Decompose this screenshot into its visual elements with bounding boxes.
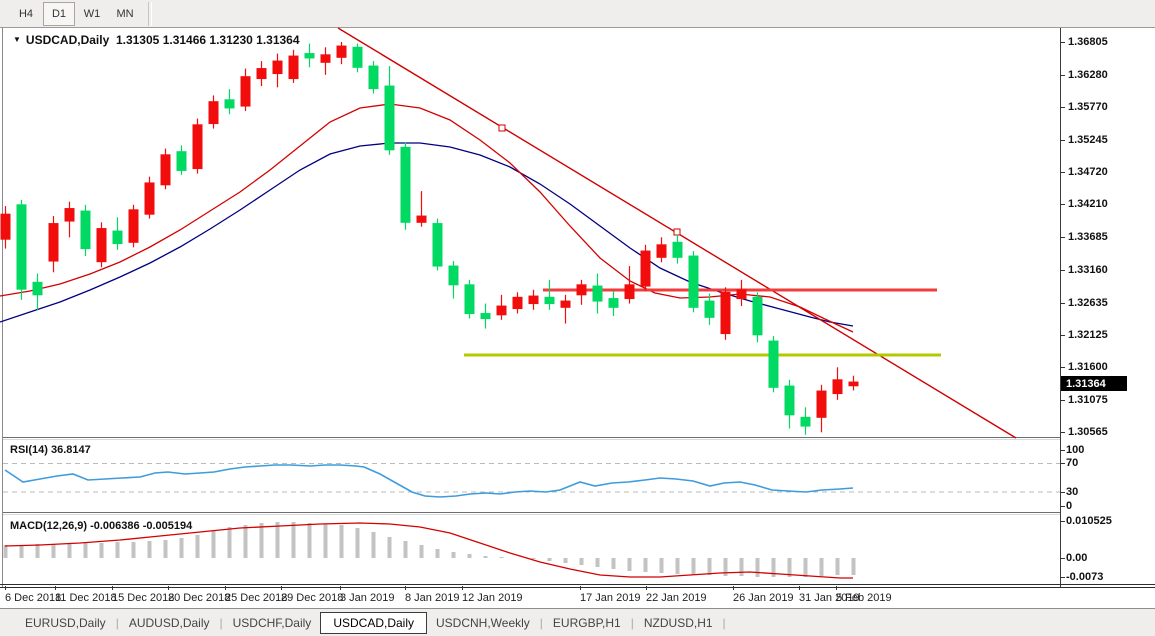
time-axis-tick xyxy=(646,586,647,590)
price-axis-tick xyxy=(1060,432,1065,433)
rsi-axis-label: 100 xyxy=(1066,444,1084,456)
price-axis-tick xyxy=(1060,42,1065,43)
time-axis-label: 11 Dec 2018 xyxy=(55,592,117,604)
price-axis-tick xyxy=(1060,400,1065,401)
price-axis-tick xyxy=(1060,335,1065,336)
price-axis-tick xyxy=(1060,367,1065,368)
price-axis-label: 1.32125 xyxy=(1068,329,1108,341)
time-axis-tick xyxy=(55,586,56,590)
macd-axis-label: -0.0073 xyxy=(1066,571,1103,583)
time-axis-tick xyxy=(281,586,282,590)
tab-usdcad-daily[interactable]: USDCAD,Daily xyxy=(320,612,427,634)
time-axis-tick xyxy=(112,586,113,590)
price-axis-label: 1.34720 xyxy=(1068,166,1108,178)
tab-usdcnh-weekly[interactable]: USDCNH,Weekly xyxy=(427,613,539,633)
time-axis-label: 5 Feb 2019 xyxy=(836,592,892,604)
tab-separator: | xyxy=(723,616,726,630)
macd-axis-label: 0.00 xyxy=(1066,552,1087,564)
time-axis-tick xyxy=(462,586,463,590)
tab-nzdusd-h1[interactable]: NZDUSD,H1 xyxy=(635,613,722,633)
time-axis-tick xyxy=(225,586,226,590)
time-axis-label: 6 Dec 2018 xyxy=(5,592,61,604)
time-axis-label: 22 Jan 2019 xyxy=(646,592,707,604)
time-axis-tick xyxy=(340,586,341,590)
price-axis-tick xyxy=(1060,107,1065,108)
main-chart-panel[interactable] xyxy=(3,28,1060,437)
time-axis-tick xyxy=(836,586,837,590)
price-axis-label: 1.35770 xyxy=(1068,101,1108,113)
rsi-axis-tick xyxy=(1060,506,1065,507)
price-axis-label: 1.33685 xyxy=(1068,231,1108,243)
tab-separator: | xyxy=(116,616,119,630)
rsi-axis-tick xyxy=(1060,492,1065,493)
time-axis-label: 8 Jan 2019 xyxy=(405,592,459,604)
time-axis-label: 3 Jan 2019 xyxy=(340,592,394,604)
time-axis-label: 20 Dec 2018 xyxy=(168,592,230,604)
rsi-axis-tick xyxy=(1060,450,1065,451)
time-axis-label: 26 Jan 2019 xyxy=(733,592,794,604)
price-axis-tick xyxy=(1060,172,1065,173)
time-axis-label: 25 Dec 2018 xyxy=(225,592,287,604)
price-axis-label: 1.35245 xyxy=(1068,134,1108,146)
time-axis-tick xyxy=(580,586,581,590)
tab-eurgbp-h1[interactable]: EURGBP,H1 xyxy=(544,613,630,633)
time-axis-label: 12 Jan 2019 xyxy=(462,592,523,604)
rsi-axis-tick xyxy=(1060,463,1065,464)
price-axis-tick xyxy=(1060,270,1065,271)
price-axis-label: 1.33160 xyxy=(1068,264,1108,276)
terminal-window: { "toolbar": { "buttons": [ {"label": "H… xyxy=(0,0,1155,636)
time-axis-label: 15 Dec 2018 xyxy=(112,592,174,604)
time-axis-tick xyxy=(405,586,406,590)
tab-eurusd-daily[interactable]: EURUSD,Daily xyxy=(16,613,115,633)
macd-axis-label: 0.010525 xyxy=(1066,515,1112,527)
time-axis-label: 17 Jan 2019 xyxy=(580,592,641,604)
time-axis-tick xyxy=(168,586,169,590)
price-axis-label: 1.34210 xyxy=(1068,198,1108,210)
price-axis-label: 1.31075 xyxy=(1068,394,1108,406)
time-axis-tick xyxy=(5,586,6,590)
price-axis-tick xyxy=(1060,204,1065,205)
macd-axis-tick xyxy=(1060,558,1065,559)
price-axis-tick xyxy=(1060,75,1065,76)
tab-separator: | xyxy=(631,616,634,630)
tab-audusd-daily[interactable]: AUDUSD,Daily xyxy=(120,613,219,633)
macd-panel[interactable] xyxy=(3,516,1060,585)
price-axis-label: 1.36805 xyxy=(1068,36,1108,48)
symbol-tabbar: EURUSD,Daily| AUDUSD,Daily| USDCHF,Daily… xyxy=(0,608,1155,636)
price-axis-tick xyxy=(1060,140,1065,141)
price-axis-tick xyxy=(1060,237,1065,238)
time-axis-label: 29 Dec 2018 xyxy=(281,592,343,604)
macd-axis-tick xyxy=(1060,521,1065,522)
rsi-axis-label: 0 xyxy=(1066,500,1072,512)
price-axis-label: 1.30565 xyxy=(1068,426,1108,438)
tab-separator: | xyxy=(540,616,543,630)
price-axis-tick xyxy=(1060,303,1065,304)
price-axis-label: 1.36280 xyxy=(1068,69,1108,81)
macd-axis-tick xyxy=(1060,577,1065,578)
rsi-axis-label: 70 xyxy=(1066,457,1078,469)
price-axis-label: 1.32635 xyxy=(1068,297,1108,309)
tab-separator: | xyxy=(220,616,223,630)
tab-usdchf-daily[interactable]: USDCHF,Daily xyxy=(224,613,321,633)
rsi-panel[interactable] xyxy=(3,440,1060,512)
price-axis-label: 1.31600 xyxy=(1068,361,1108,373)
time-axis-tick xyxy=(733,586,734,590)
time-axis-tick xyxy=(799,586,800,590)
rsi-axis-label: 30 xyxy=(1066,486,1078,498)
